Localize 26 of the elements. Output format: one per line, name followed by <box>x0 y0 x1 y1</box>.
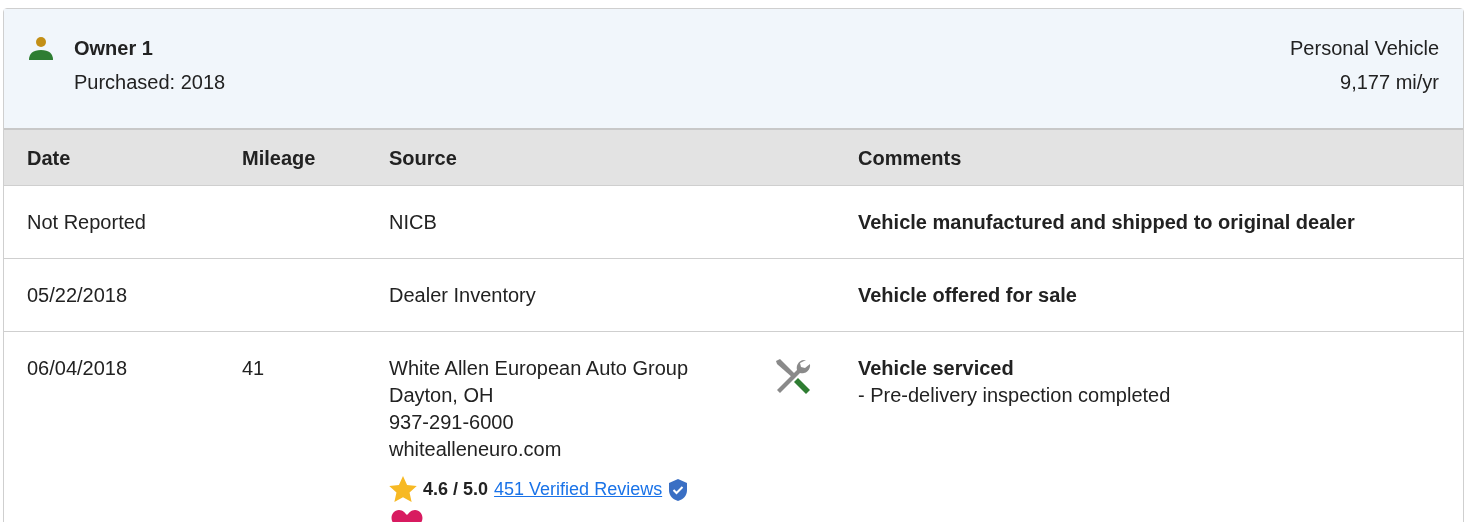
vehicle-usage: Personal Vehicle <box>1290 36 1439 61</box>
annual-mileage: 9,177 mi/yr <box>1340 70 1439 95</box>
column-header: Mileage <box>242 146 316 169</box>
reviews-link[interactable]: 451 Verified Reviews <box>494 476 663 503</box>
comment-title: Vehicle manufactured and shipped to original dealer <box>858 210 1355 235</box>
comment-title: Vehicle serviced <box>858 356 1014 381</box>
star-icon <box>389 476 417 503</box>
column-header: Source <box>389 146 457 169</box>
owner-title: Owner 1 <box>74 36 154 61</box>
date-cell: Not Reported <box>27 211 146 233</box>
column-header: Date <box>27 146 71 169</box>
source-line: White Allen European Auto Group <box>389 356 689 381</box>
person-icon <box>28 36 54 60</box>
source-line: whitealleneuro.com <box>389 437 562 462</box>
rating-score: 4.6 / 5.0 <box>423 478 489 501</box>
source-line: Dayton, OH <box>389 383 494 408</box>
column-header: Comments <box>858 146 962 169</box>
purchase-year: Purchased: 2018 <box>74 70 226 95</box>
source-line: NICB <box>389 210 437 235</box>
comment-detail: - Pre-delivery inspection completed <box>858 383 1171 408</box>
source-line: 937-291-6000 <box>389 410 514 435</box>
date-cell: 05/22/2018 <box>27 284 128 306</box>
mileage-cell: 41 <box>242 357 265 379</box>
comment-title: Vehicle offered for sale <box>858 283 1077 308</box>
source-line: Dealer Inventory <box>389 283 536 308</box>
date-cell: 06/04/2018 <box>27 357 128 379</box>
